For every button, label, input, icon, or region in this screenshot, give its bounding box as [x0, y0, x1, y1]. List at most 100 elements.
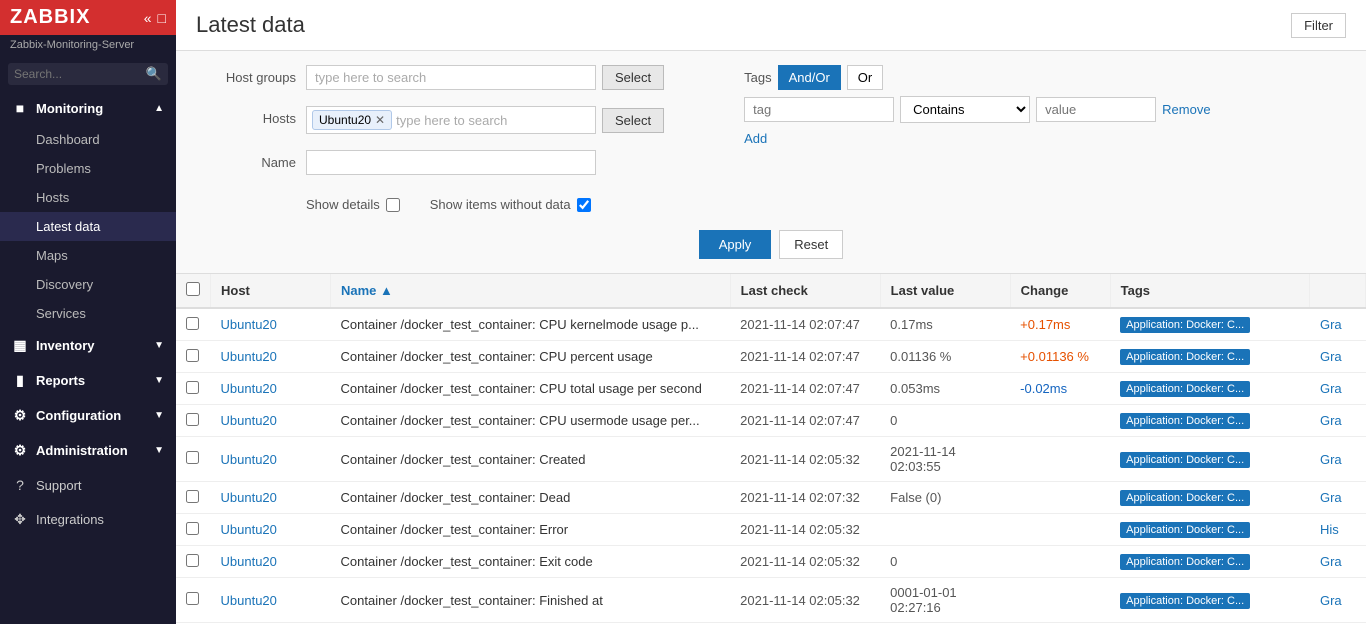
row-change — [1010, 546, 1110, 578]
host-link[interactable]: Ubuntu20 — [221, 593, 277, 608]
show-options: Show details Show items without data — [306, 197, 591, 212]
host-groups-input[interactable] — [306, 65, 596, 90]
host-link[interactable]: Ubuntu20 — [221, 317, 277, 332]
row-tags: Application: Docker: C... — [1110, 373, 1310, 405]
host-link[interactable]: Ubuntu20 — [221, 413, 277, 428]
sidebar-item-discovery[interactable]: Discovery — [0, 270, 176, 299]
row-change — [1010, 405, 1110, 437]
action-link[interactable]: Gra — [1320, 381, 1342, 396]
row-lastcheck: 2021-11-14 02:05:32 — [730, 578, 880, 623]
host-link[interactable]: Ubuntu20 — [221, 554, 277, 569]
row-host: Ubuntu20 — [211, 482, 331, 514]
action-link[interactable]: Gra — [1320, 593, 1342, 608]
tag-condition-select[interactable]: Contains Equals Does not contain Matches… — [900, 96, 1030, 123]
show-details-checkbox[interactable] — [386, 198, 400, 212]
hosts-tag-remove[interactable]: ✕ — [375, 113, 385, 127]
select-all-checkbox[interactable] — [186, 282, 200, 296]
show-items-without-data-checkbox[interactable] — [577, 198, 591, 212]
sidebar-item-configuration[interactable]: ⚙ Configuration ▼ — [0, 398, 176, 433]
reports-label: Reports — [36, 373, 85, 388]
or-button[interactable]: Or — [847, 65, 883, 90]
sidebar-item-support[interactable]: ? Support — [0, 468, 176, 502]
col-header-name[interactable]: Name ▲ — [331, 274, 731, 308]
table-row: Ubuntu20 Container /docker_test_containe… — [176, 308, 1366, 341]
search-icon[interactable]: 🔍 — [146, 66, 162, 82]
row-checkbox-cell — [176, 546, 211, 578]
row-checkbox-cell — [176, 437, 211, 482]
host-link[interactable]: Ubuntu20 — [221, 349, 277, 364]
row-checkbox[interactable] — [186, 381, 199, 394]
tag-input[interactable] — [744, 97, 894, 122]
sidebar-item-inventory[interactable]: ▦ Inventory ▼ — [0, 328, 176, 363]
hosts-input-group: Ubuntu20 ✕ Select — [306, 106, 664, 134]
row-change: +0.17ms — [1010, 308, 1110, 341]
monitoring-icon: ■ — [12, 100, 28, 116]
row-host: Ubuntu20 — [211, 308, 331, 341]
row-checkbox[interactable] — [186, 413, 199, 426]
host-link[interactable]: Ubuntu20 — [221, 490, 277, 505]
administration-arrow: ▼ — [154, 445, 164, 456]
row-lastvalue: 0001-01-01 02:27:16 — [880, 578, 1010, 623]
row-checkbox[interactable] — [186, 592, 199, 605]
collapse-icon[interactable]: « — [144, 10, 152, 26]
sidebar-item-problems[interactable]: Problems — [0, 154, 176, 183]
col-header-checkbox — [176, 274, 211, 308]
action-link[interactable]: Gra — [1320, 554, 1342, 569]
action-link[interactable]: Gra — [1320, 490, 1342, 505]
monitoring-label: Monitoring — [36, 101, 103, 116]
filter-area: Host groups Select Hosts Ubuntu20 ✕ — [176, 51, 1366, 274]
row-checkbox[interactable] — [186, 522, 199, 535]
name-input[interactable] — [306, 150, 596, 175]
row-action: Gra — [1310, 341, 1366, 373]
action-link[interactable]: Gra — [1320, 349, 1342, 364]
tag-value-input[interactable] — [1036, 97, 1156, 122]
sidebar-item-reports[interactable]: ▮ Reports ▼ — [0, 363, 176, 398]
inventory-arrow: ▼ — [154, 340, 164, 351]
action-link[interactable]: Gra — [1320, 413, 1342, 428]
filter-button[interactable]: Filter — [1291, 13, 1346, 38]
sidebar-item-services[interactable]: Services — [0, 299, 176, 328]
search-input[interactable] — [14, 67, 146, 81]
apply-button[interactable]: Apply — [699, 230, 772, 259]
sidebar-item-integrations[interactable]: ✥ Integrations — [0, 502, 176, 537]
row-host: Ubuntu20 — [211, 341, 331, 373]
row-checkbox[interactable] — [186, 317, 199, 330]
row-checkbox[interactable] — [186, 349, 199, 362]
show-details-item: Show details — [306, 197, 400, 212]
row-change: -0.02ms — [1010, 373, 1110, 405]
row-host: Ubuntu20 — [211, 405, 331, 437]
name-sort-icon: ▲ — [380, 283, 393, 298]
row-checkbox[interactable] — [186, 554, 199, 567]
host-link[interactable]: Ubuntu20 — [221, 452, 277, 467]
row-checkbox-cell — [176, 405, 211, 437]
logo-area: ZABBIX « □ — [0, 0, 176, 35]
action-link[interactable]: His — [1320, 522, 1339, 537]
action-link[interactable]: Gra — [1320, 317, 1342, 332]
host-groups-select-button[interactable]: Select — [602, 65, 664, 90]
row-checkbox[interactable] — [186, 490, 199, 503]
reset-button[interactable]: Reset — [779, 230, 843, 259]
table-row: Ubuntu20 Container /docker_test_containe… — [176, 373, 1366, 405]
host-link[interactable]: Ubuntu20 — [221, 381, 277, 396]
hosts-search-input[interactable] — [396, 113, 590, 128]
sidebar-item-monitoring[interactable]: ■ Monitoring ▲ — [0, 91, 176, 125]
and-or-button[interactable]: And/Or — [778, 65, 841, 90]
sidebar-item-hosts[interactable]: Hosts — [0, 183, 176, 212]
hosts-select-button[interactable]: Select — [602, 108, 664, 133]
host-link[interactable]: Ubuntu20 — [221, 522, 277, 537]
tag-remove-link[interactable]: Remove — [1162, 102, 1210, 117]
col-header-lastvalue: Last value — [880, 274, 1010, 308]
row-checkbox[interactable] — [186, 451, 199, 464]
table-body: Ubuntu20 Container /docker_test_containe… — [176, 308, 1366, 624]
sidebar-item-latest-data[interactable]: Latest data — [0, 212, 176, 241]
add-tag-link[interactable]: Add — [744, 131, 767, 146]
expand-icon[interactable]: □ — [158, 10, 166, 26]
action-link[interactable]: Gra — [1320, 452, 1342, 467]
row-action: Gra — [1310, 437, 1366, 482]
sidebar-item-administration[interactable]: ⚙ Administration ▼ — [0, 433, 176, 468]
configuration-arrow: ▼ — [154, 410, 164, 421]
row-lastcheck: 2021-11-14 02:05:32 — [730, 437, 880, 482]
monitoring-arrow: ▲ — [154, 103, 164, 114]
sidebar-item-maps[interactable]: Maps — [0, 241, 176, 270]
sidebar-item-dashboard[interactable]: Dashboard — [0, 125, 176, 154]
